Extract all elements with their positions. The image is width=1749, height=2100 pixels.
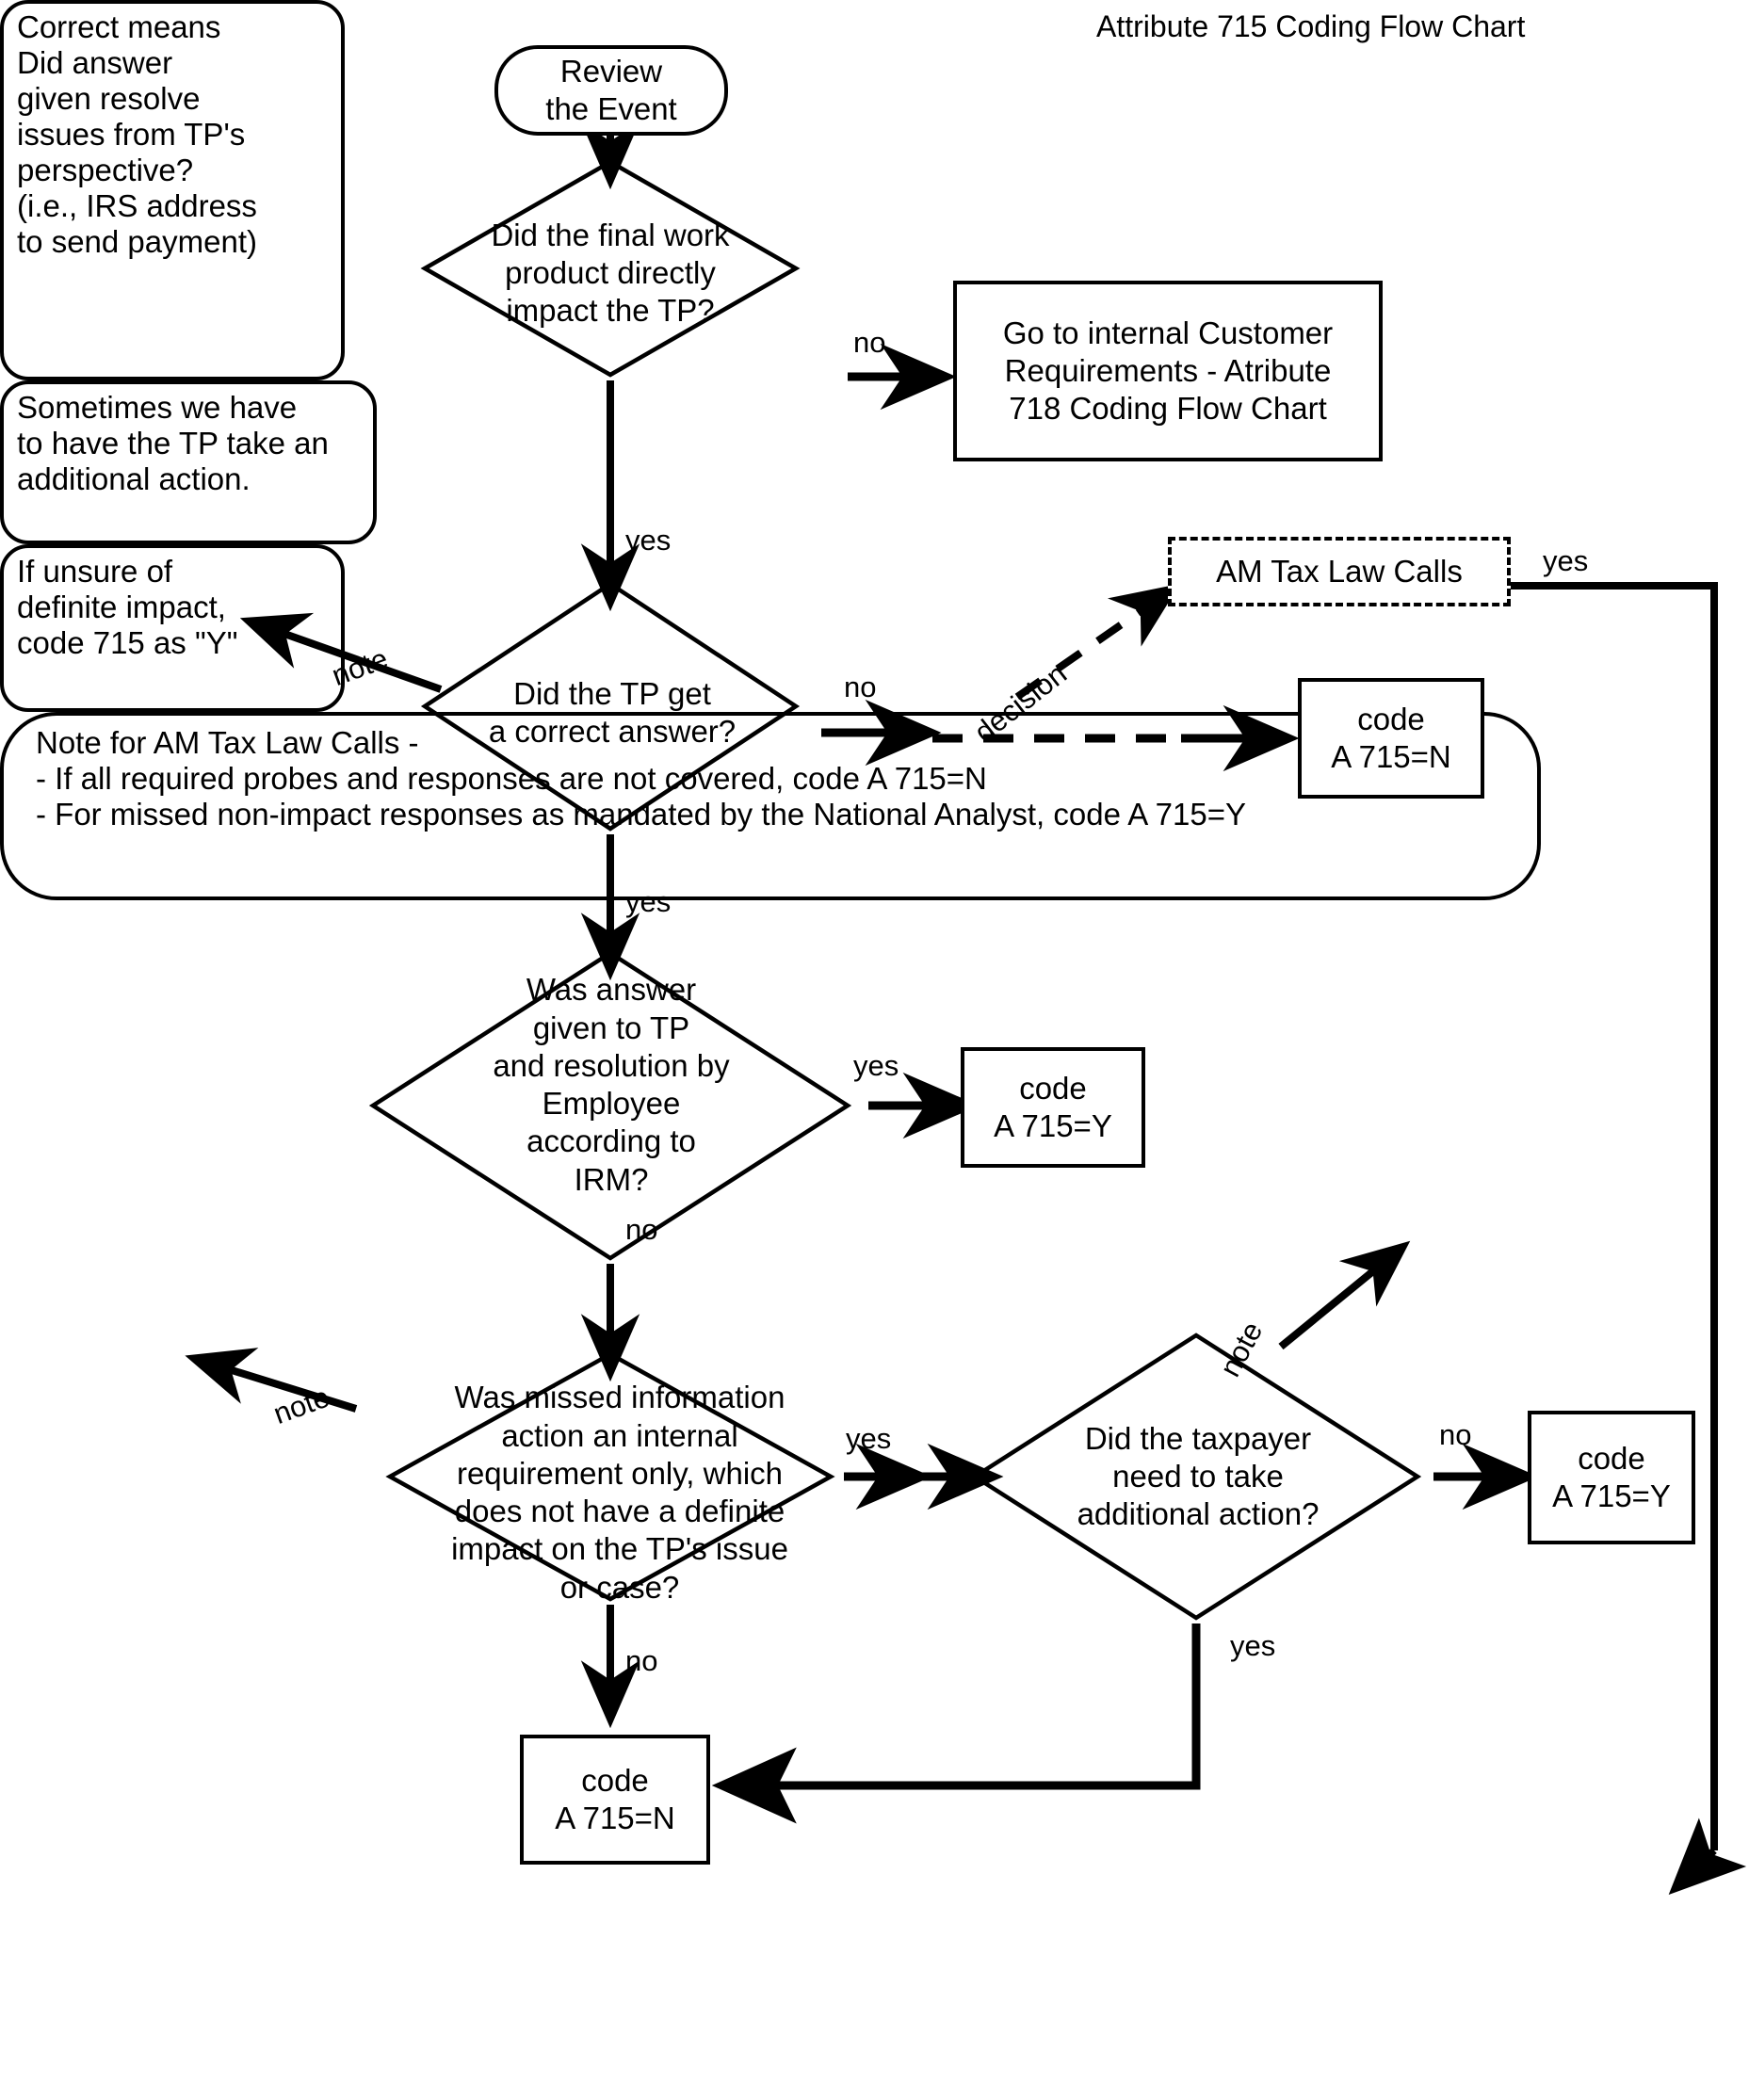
edge-label-correct-no: no	[844, 670, 877, 703]
decision-missed-info-label: Was missed information action an interna…	[451, 1380, 788, 1605]
decision-correct-answer-label: Did the TP get a correct answer?	[488, 675, 737, 749]
goto-718-box: Go to internal Customer Requirements - A…	[953, 281, 1383, 461]
edge-label-irm-yes: yes	[853, 1049, 899, 1082]
note-sometimes-box: Sometimes we have to have the TP take an…	[0, 380, 377, 544]
code-y-mid-box: code A 715=Y	[961, 1047, 1145, 1168]
start-terminator: Review the Event	[494, 45, 728, 136]
edge-label-correct-yes: yes	[625, 885, 672, 918]
note-correct-means: Correct means Did answer given resolve i…	[0, 0, 345, 380]
edge-label-impact-yes: yes	[625, 524, 672, 557]
flowchart-canvas: Attribute 715 Coding Flow Chart Review t…	[0, 0, 1749, 2100]
edge-label-irm-no: no	[625, 1213, 658, 1246]
edge-label-am-yes: yes	[1543, 544, 1589, 577]
code-y-right-box: code A 715=Y	[1528, 1411, 1695, 1544]
edge-am-yes-arrow	[1668, 1817, 1747, 1896]
edge-taxpayer-yes	[753, 1623, 1201, 1790]
am-tax-law-calls-box: AM Tax Law Calls	[1168, 537, 1511, 606]
page-title: Attribute 715 Coding Flow Chart	[1096, 9, 1526, 43]
edge-label-missed-note: note	[268, 1380, 334, 1431]
decision-taxpayer-action-label: Did the taxpayer need to take additional…	[1077, 1420, 1320, 1532]
note-if-unsure-box: If unsure of definite impact, code 715 a…	[0, 544, 345, 712]
edge-label-taxpayer-no: no	[1439, 1418, 1472, 1451]
edge-label-taxpayer-note: note	[1213, 1316, 1270, 1382]
edge-label-missed-no: no	[625, 1644, 658, 1677]
edge-label-taxpayer-yes: yes	[1230, 1629, 1276, 1662]
decision-irm-label: Was answer given to TP and resolution by…	[493, 972, 730, 1197]
edge-label-impact-no: no	[853, 326, 886, 359]
code-n-bottom-box: code A 715=N	[520, 1735, 710, 1865]
decision-impact-label: Did the final work product directly impa…	[491, 217, 730, 329]
code-n-right-box: code A 715=N	[1298, 678, 1484, 799]
edge-taxpayer-note	[1278, 1240, 1411, 1350]
edge-label-missed-yes: yes	[846, 1422, 892, 1455]
